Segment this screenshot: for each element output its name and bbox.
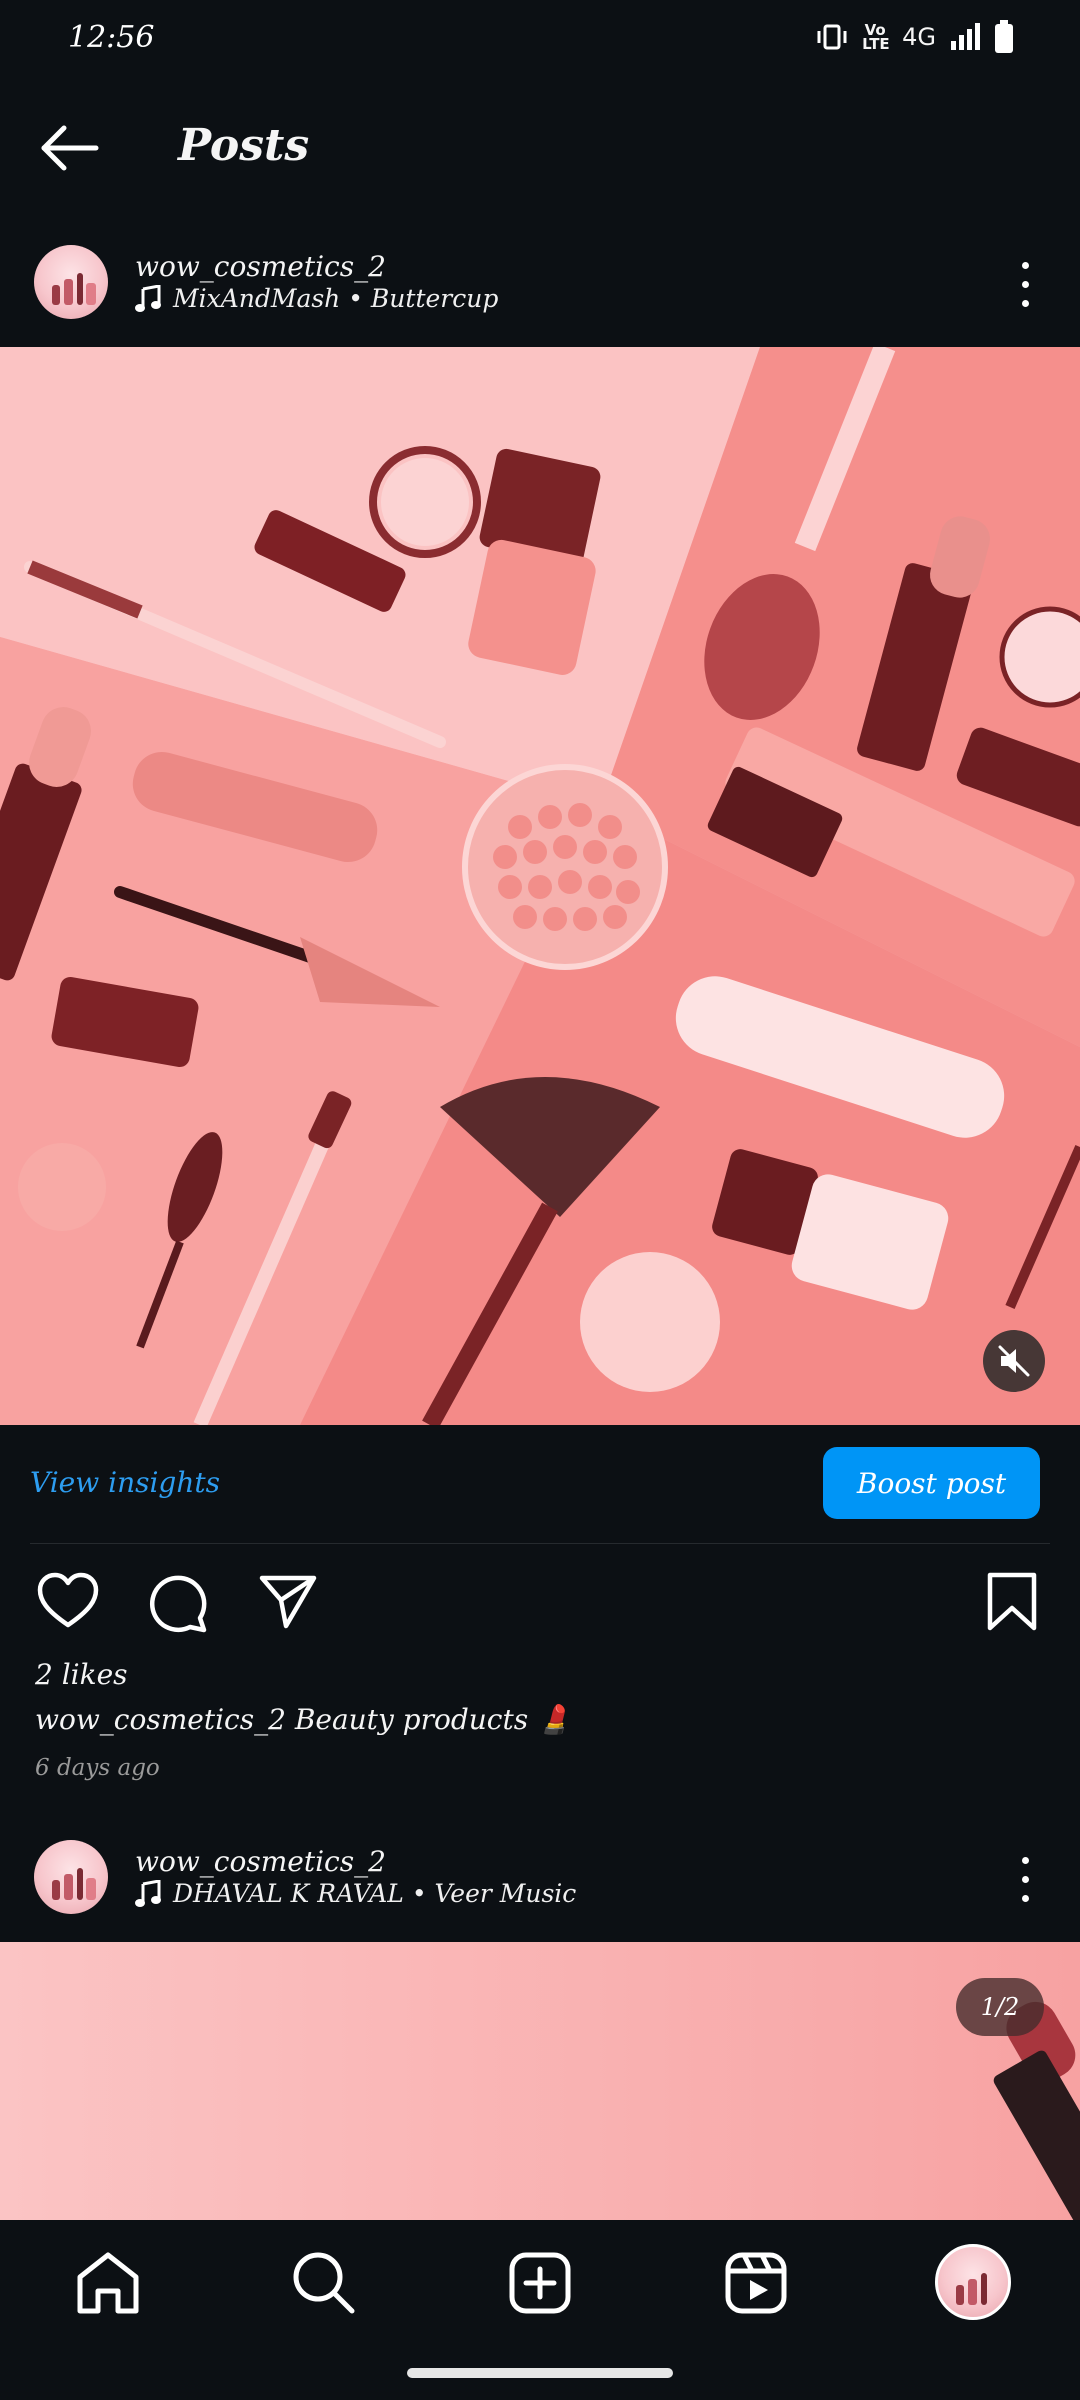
mute-button[interactable] [983, 1330, 1045, 1392]
comment-icon [149, 1575, 207, 1633]
send-icon [259, 1575, 317, 1629]
volte-icon: Vo LTE [862, 21, 890, 53]
battery-icon [995, 20, 1013, 53]
more-options-icon[interactable] [1019, 1857, 1031, 1903]
home-icon [77, 2252, 139, 2314]
avatar[interactable] [34, 1840, 108, 1914]
lipstick-photo [993, 2001, 1080, 2220]
comment-button[interactable] [146, 1570, 210, 1634]
nav-reels[interactable] [720, 2247, 792, 2319]
post-username[interactable]: wow_cosmetics_2 [135, 1845, 386, 1878]
nav-search[interactable] [288, 2247, 360, 2319]
avatar[interactable] [34, 245, 108, 319]
reels-icon [725, 2252, 787, 2314]
create-icon [509, 2252, 571, 2314]
caption-text: Beauty products 💄 [294, 1703, 572, 1736]
speaker-muted-icon [998, 1345, 1030, 1377]
music-label: DHAVAL K RAVAL • Veer Music [173, 1879, 577, 1908]
caption-username[interactable]: wow_cosmetics_2 [35, 1703, 286, 1736]
carousel-counter: 1/2 [956, 1978, 1044, 2036]
post-timestamp: 6 days ago [35, 1755, 160, 1781]
share-button[interactable] [256, 1570, 320, 1634]
save-button[interactable] [980, 1570, 1044, 1634]
nav-home[interactable] [72, 2247, 144, 2319]
post-header: wow_cosmetics_2 MixAndMash • Buttercup [0, 230, 1080, 340]
music-note-icon [135, 284, 161, 312]
post-caption: wow_cosmetics_2 Beauty products 💄 [35, 1703, 572, 1736]
likes-count[interactable]: 2 likes [35, 1658, 128, 1691]
more-options-icon[interactable] [1019, 262, 1031, 308]
cosmetics-photo [0, 347, 1080, 1425]
app-header [0, 100, 1080, 200]
network-type: 4G [902, 23, 936, 51]
post-music[interactable]: DHAVAL K RAVAL • Veer Music [135, 1879, 576, 1908]
arrow-left-icon [41, 125, 99, 171]
profile-avatar[interactable] [935, 2244, 1011, 2320]
home-indicator[interactable] [407, 2368, 673, 2378]
status-icons: Vo LTE 4G [816, 20, 1014, 54]
back-button[interactable] [40, 118, 100, 178]
status-time: 12:56 [68, 20, 155, 55]
search-icon [293, 2252, 355, 2314]
heart-icon [37, 1572, 99, 1628]
vibrate-icon [817, 24, 847, 50]
profile-avatar-image [935, 2244, 1011, 2320]
signal-icon [951, 23, 980, 50]
nav-create[interactable] [504, 2247, 576, 2319]
music-note-icon [135, 1879, 161, 1907]
post-image[interactable] [0, 1942, 1080, 2220]
post-username[interactable]: wow_cosmetics_2 [135, 250, 386, 283]
divider [30, 1543, 1050, 1544]
music-label: MixAndMash • Buttercup [173, 284, 499, 313]
post-music[interactable]: MixAndMash • Buttercup [135, 284, 498, 313]
boost-post-button[interactable]: Boost post [823, 1447, 1040, 1519]
bookmark-icon [987, 1572, 1037, 1631]
post-header: wow_cosmetics_2 DHAVAL K RAVAL • Veer Mu… [0, 1825, 1080, 1935]
post-image[interactable] [0, 347, 1080, 1425]
view-insights-link[interactable]: View insights [30, 1466, 220, 1499]
page-title: Posts [178, 120, 310, 171]
like-button[interactable] [36, 1570, 100, 1634]
